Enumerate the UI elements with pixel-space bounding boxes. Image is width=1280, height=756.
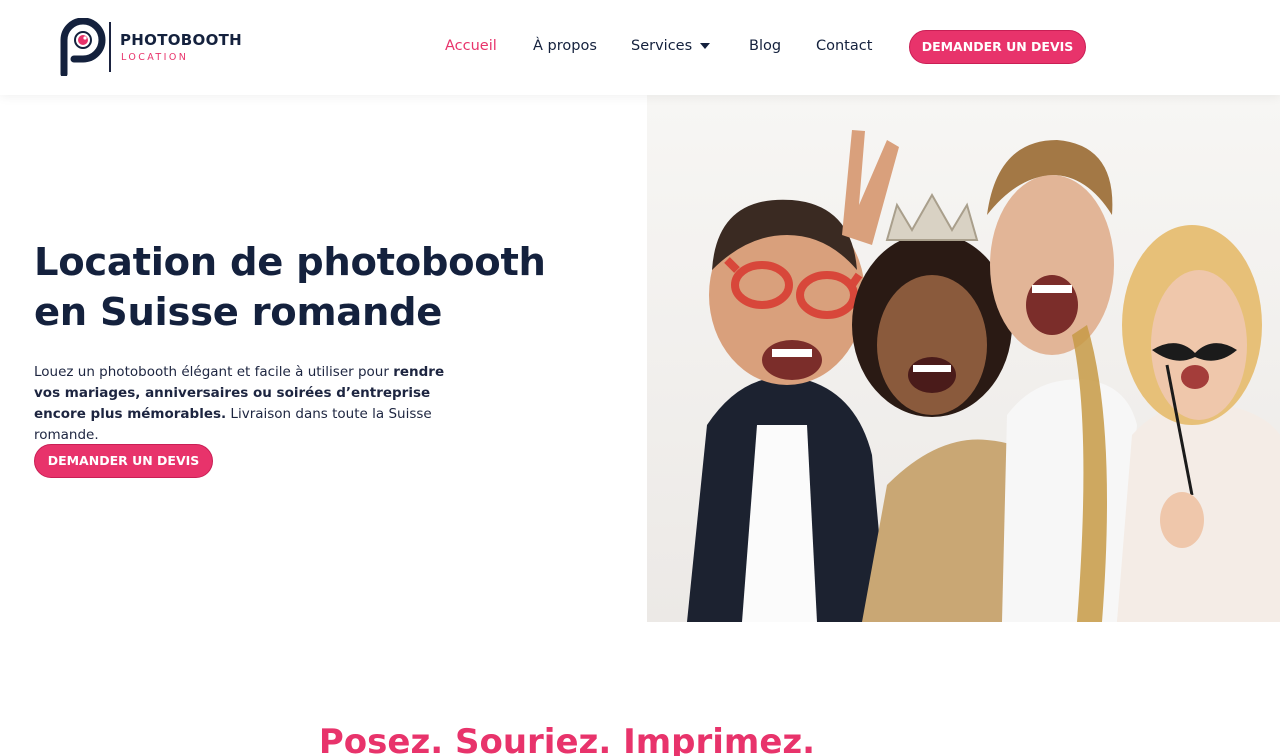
hero-title: Location de photobooth en Suisse romande	[34, 238, 594, 338]
main-nav: Accueil À propos Services Blog Contact D…	[0, 0, 1280, 95]
header-quote-button[interactable]: DEMANDER UN DEVIS	[909, 30, 1086, 64]
nav-item-blog[interactable]: Blog	[749, 38, 781, 54]
nav-item-contact[interactable]: Contact	[816, 38, 872, 54]
nav-item-accueil[interactable]: Accueil	[445, 38, 497, 54]
hero-title-line1: Location de photobooth	[34, 240, 546, 285]
nav-item-services-label: Services	[631, 38, 693, 54]
caret-down-icon	[700, 43, 711, 49]
site-header: PHOTOBOOTH LOCATION Accueil À propos Ser…	[0, 0, 1280, 95]
party-group-photo	[647, 95, 1280, 622]
hero-quote-button[interactable]: DEMANDER UN DEVIS	[34, 444, 213, 478]
hero-section: Location de photobooth en Suisse romande…	[34, 238, 594, 446]
nav-item-a-propos[interactable]: À propos	[533, 38, 597, 54]
hero-desc-part1: Louez un photobooth élégant et facile à …	[34, 364, 394, 380]
section-tagline: Posez. Souriez. Imprimez.	[318, 722, 816, 756]
hero-title-line2: en Suisse romande	[34, 290, 443, 335]
nav-item-services[interactable]: Services	[631, 38, 711, 54]
hero-description: Louez un photobooth élégant et facile à …	[34, 362, 474, 446]
hero-photo	[647, 95, 1280, 622]
